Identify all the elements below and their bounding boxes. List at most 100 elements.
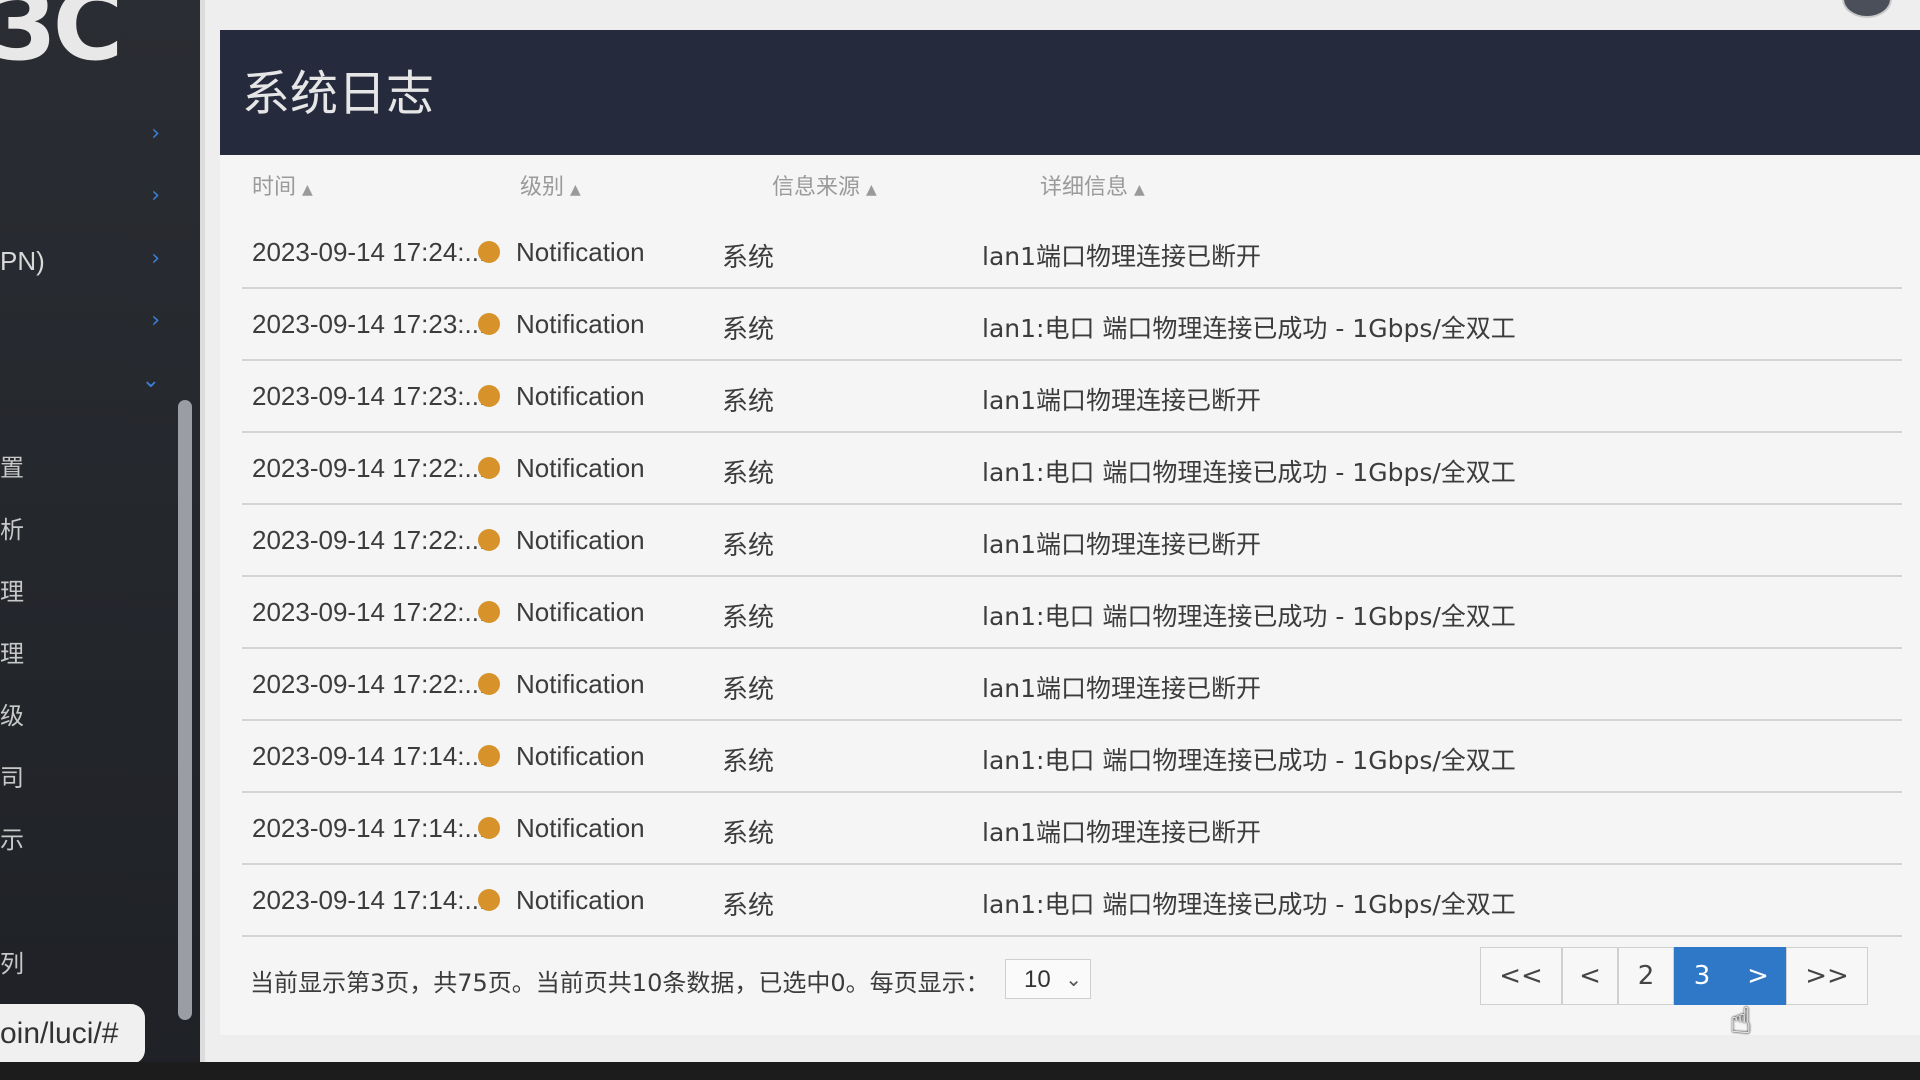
sidebar-item-2[interactable]: › xyxy=(0,177,160,217)
cell-level: Notification xyxy=(478,525,645,556)
cell-detail: lan1:电口 端口物理连接已成功 - 1Gbps/全双工 xyxy=(982,746,1516,775)
cell-detail: lan1:电口 端口物理连接已成功 - 1Gbps/全双工 xyxy=(982,602,1516,631)
cell-level: Notification xyxy=(478,669,645,700)
table-row[interactable]: 2023-09-14 17:23:... Notification 系统 lan… xyxy=(242,289,1902,361)
sidebar-subitem-3[interactable]: 理 xyxy=(0,572,24,607)
sort-icon: ▲ xyxy=(302,182,313,198)
chevron-right-icon: › xyxy=(151,246,160,271)
cell-detail: lan1:电口 端口物理连接已成功 - 1Gbps/全双工 xyxy=(982,890,1516,919)
table-row[interactable]: 2023-09-14 17:23:... Notification 系统 lan… xyxy=(242,361,1902,433)
cell-detail: lan1:电口 端口物理连接已成功 - 1Gbps/全双工 xyxy=(982,314,1516,343)
cell-level: Notification xyxy=(478,741,645,772)
next-page-button[interactable]: > xyxy=(1730,947,1786,1005)
cell-level: Notification xyxy=(478,237,645,268)
level-dot-icon xyxy=(478,601,500,623)
cell-source: 系统 xyxy=(722,675,775,705)
page-header: 系统日志 xyxy=(220,30,1920,155)
column-header-detail[interactable]: 详细信息 ▲ xyxy=(1040,169,1145,201)
sidebar-subitem-7[interactable]: 示 xyxy=(0,820,24,855)
cell-source: 系统 xyxy=(722,243,775,273)
cell-detail: lan1端口物理连接已断开 xyxy=(982,674,1262,703)
sidebar-subitem-2[interactable]: 析 xyxy=(0,510,24,545)
cell-time: 2023-09-14 17:22:... xyxy=(252,669,487,699)
sidebar-subitem-5[interactable]: 级 xyxy=(0,696,24,731)
column-header-source[interactable]: 信息来源 ▲ xyxy=(772,169,877,201)
cell-time: 2023-09-14 17:14:... xyxy=(252,813,487,843)
cell-time: 2023-09-14 17:22:... xyxy=(252,525,487,555)
cell-level: Notification xyxy=(478,453,645,484)
cell-source: 系统 xyxy=(722,819,775,849)
cell-time: 2023-09-14 17:14:... xyxy=(252,741,487,771)
per-page-value: 10 xyxy=(1024,966,1051,993)
cell-source: 系统 xyxy=(722,747,775,777)
column-header-level[interactable]: 级别 ▲ xyxy=(520,169,581,201)
chevron-down-icon: ⌄ xyxy=(141,368,160,393)
cell-detail: lan1:电口 端口物理连接已成功 - 1Gbps/全双工 xyxy=(982,458,1516,487)
level-dot-icon xyxy=(478,313,500,335)
user-avatar[interactable] xyxy=(1842,0,1892,18)
table-row[interactable]: 2023-09-14 17:22:... Notification 系统 lan… xyxy=(242,433,1902,505)
pagination-summary: 当前显示第3页，共75页。当前页共10条数据，已选中0。每页显示： xyxy=(250,969,990,997)
page-2-button[interactable]: 2 xyxy=(1618,947,1674,1005)
cell-detail: lan1端口物理连接已断开 xyxy=(982,242,1262,271)
sidebar-subitem-6[interactable]: 司 xyxy=(0,758,24,793)
cell-time: 2023-09-14 17:23:... xyxy=(252,309,487,339)
sidebar-subitem-4[interactable]: 理 xyxy=(0,634,24,669)
cell-level: Notification xyxy=(478,885,645,916)
level-dot-icon xyxy=(478,529,500,551)
table-row[interactable]: 2023-09-14 17:22:... Notification 系统 lan… xyxy=(242,649,1902,721)
cell-detail: lan1端口物理连接已断开 xyxy=(982,386,1262,415)
level-dot-icon xyxy=(478,889,500,911)
table-row[interactable]: 2023-09-14 17:24:... Notification 系统 lan… xyxy=(242,217,1902,289)
sort-icon: ▲ xyxy=(1134,182,1145,198)
cell-source: 系统 xyxy=(722,459,775,489)
sort-icon: ▲ xyxy=(866,182,877,198)
sidebar-subitem-8[interactable]: 列 xyxy=(0,944,24,979)
cell-source: 系统 xyxy=(722,315,775,345)
bottom-bezel xyxy=(0,1062,1920,1080)
sidebar-item-expanded[interactable]: ⌄ xyxy=(0,362,160,402)
table-row[interactable]: 2023-09-14 17:14:... Notification 系统 lan… xyxy=(242,721,1902,793)
table-row[interactable]: 2023-09-14 17:14:... Notification 系统 lan… xyxy=(242,865,1902,937)
page-title: 系统日志 xyxy=(242,66,435,122)
cell-time: 2023-09-14 17:22:... xyxy=(252,597,487,627)
column-header-time[interactable]: 时间 ▲ xyxy=(252,169,313,201)
sidebar-scrollbar[interactable] xyxy=(178,400,192,1020)
table-row[interactable]: 2023-09-14 17:22:... Notification 系统 lan… xyxy=(242,505,1902,577)
log-table: 时间 ▲ 级别 ▲ 信息来源 ▲ 详细信息 ▲ 2023-09-14 17:24:...… xyxy=(220,155,1920,1035)
cell-source: 系统 xyxy=(722,531,775,561)
cell-source: 系统 xyxy=(722,387,775,417)
sidebar-item-vpn[interactable]: PN) › xyxy=(0,240,160,280)
cell-level: Notification xyxy=(478,309,645,340)
sidebar-item-label: PN) xyxy=(0,246,45,276)
prev-page-button[interactable]: < xyxy=(1562,947,1618,1005)
per-page-select[interactable]: 10 ⌄ xyxy=(1005,959,1091,999)
page-3-button[interactable]: 3 xyxy=(1674,947,1730,1005)
cell-level: Notification xyxy=(478,381,645,412)
last-page-button[interactable]: >> xyxy=(1786,947,1868,1005)
cell-time: 2023-09-14 17:24:... xyxy=(252,237,487,267)
cell-detail: lan1端口物理连接已断开 xyxy=(982,818,1262,847)
level-dot-icon xyxy=(478,385,500,407)
level-dot-icon xyxy=(478,673,500,695)
sidebar-item-4[interactable]: › xyxy=(0,302,160,342)
sort-icon: ▲ xyxy=(570,182,581,198)
chevron-down-icon: ⌄ xyxy=(1065,969,1082,991)
level-dot-icon xyxy=(478,457,500,479)
cell-time: 2023-09-14 17:14:... xyxy=(252,885,487,915)
chevron-right-icon: › xyxy=(151,308,160,333)
table-row[interactable]: 2023-09-14 17:14:... Notification 系统 lan… xyxy=(242,793,1902,865)
cell-detail: lan1端口物理连接已断开 xyxy=(982,530,1262,559)
table-row[interactable]: 2023-09-14 17:22:... Notification 系统 lan… xyxy=(242,577,1902,649)
sidebar-subitem-1[interactable]: 置 xyxy=(0,448,24,483)
chevron-right-icon: › xyxy=(151,121,160,146)
chevron-right-icon: › xyxy=(151,183,160,208)
cell-time: 2023-09-14 17:22:... xyxy=(252,453,487,483)
first-page-button[interactable]: << xyxy=(1480,947,1562,1005)
level-dot-icon xyxy=(478,745,500,767)
cell-level: Notification xyxy=(478,597,645,628)
level-dot-icon xyxy=(478,241,500,263)
level-dot-icon xyxy=(478,817,500,839)
cell-source: 系统 xyxy=(722,891,775,921)
sidebar-item-1[interactable]: › xyxy=(0,115,160,155)
